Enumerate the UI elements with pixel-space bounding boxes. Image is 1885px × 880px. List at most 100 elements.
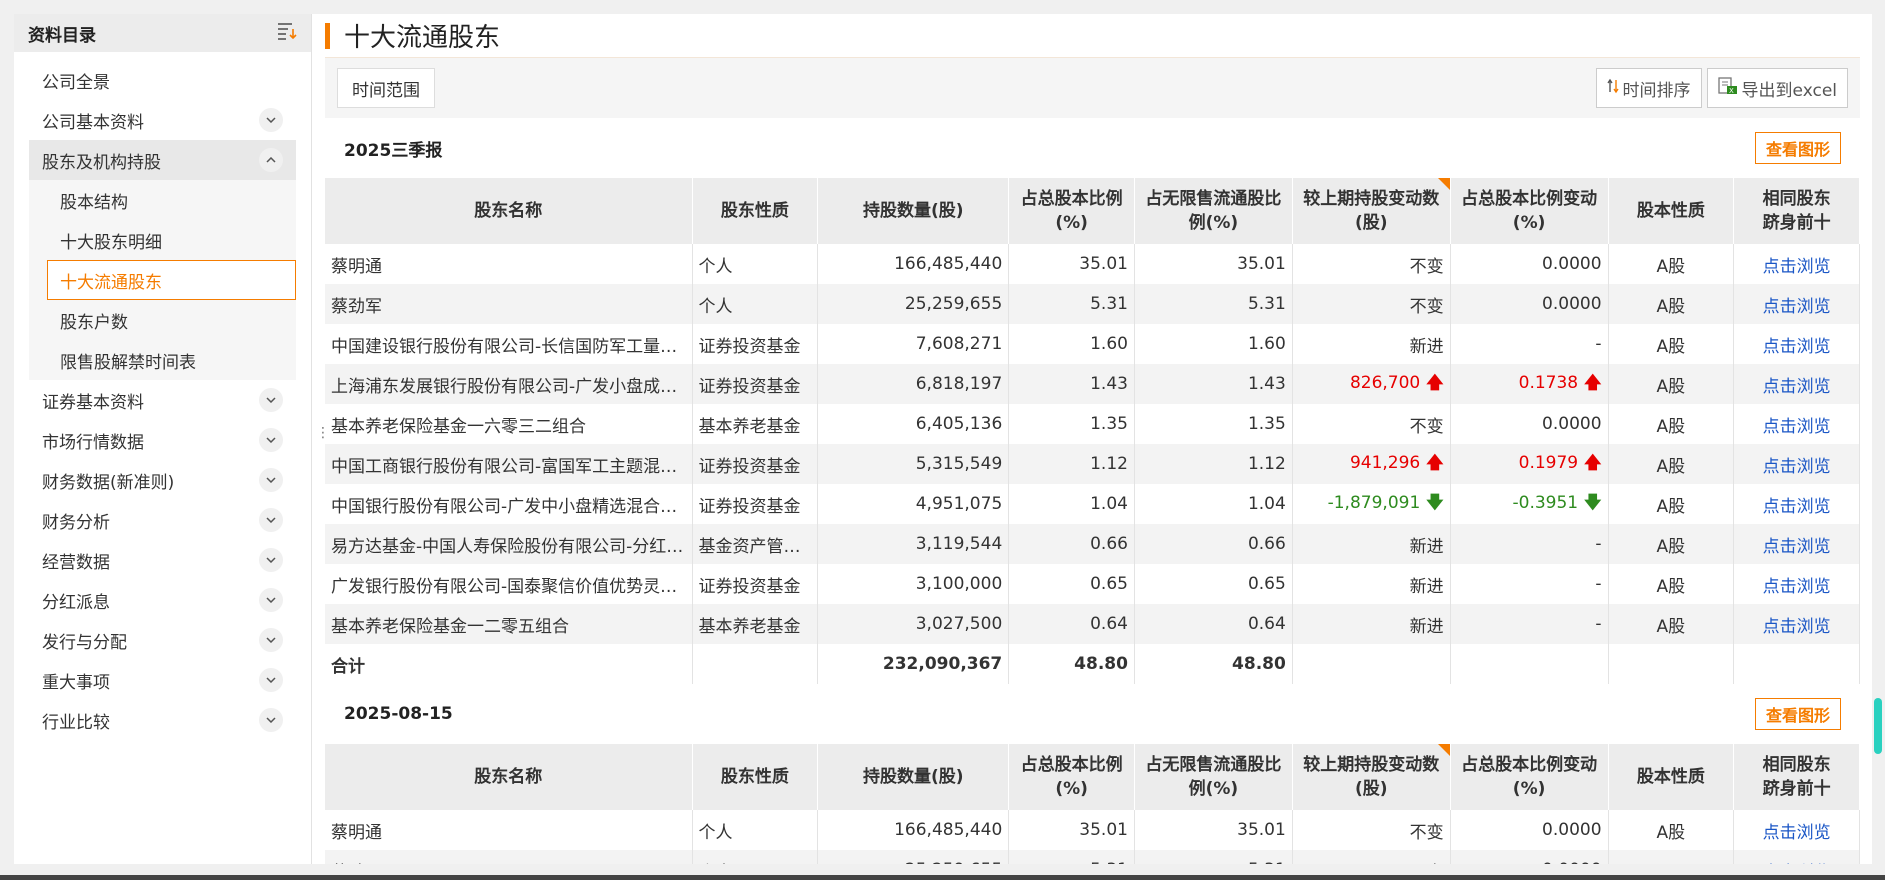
column-header-label: 股本性质 — [1636, 767, 1705, 787]
total-label: 合计 — [325, 644, 693, 684]
cell-change: 新进 — [1292, 564, 1451, 604]
view-link[interactable]: 点击浏览 — [1733, 524, 1860, 564]
sidebar-item[interactable]: 发行与分配 — [29, 620, 296, 660]
view-link[interactable]: 点击浏览 — [1733, 810, 1860, 850]
cell-type: 基本养老基金 — [692, 604, 819, 644]
cell-pct-change: - — [1450, 604, 1609, 644]
table-row: 蔡明通 个人 166,485,440 35.01 35.01 不变 0.0000 A股 点击浏览 — [325, 810, 1860, 850]
shareholder-table: 股东名称 股东性质 持股数量(股) 占总股本比例(%) 占无限售流通股比例(%) 较上期持… — [325, 178, 1860, 684]
cell-change: 826,700 🡅 — [1292, 364, 1451, 404]
cell-pct-float: 5.31 — [1134, 850, 1293, 864]
cell-empty — [1292, 644, 1451, 684]
cell-value: 0.0000 — [1542, 414, 1602, 434]
sidebar-item[interactable]: 公司基本资料 — [29, 100, 296, 140]
sidebar-item[interactable]: 经营数据 — [29, 540, 296, 580]
section-title: 2025三季报 — [344, 140, 443, 161]
view-chart-button[interactable]: 查看图形 — [1754, 132, 1841, 164]
sidebar-item-label: 发行与分配 — [42, 632, 127, 653]
total-shares: 232,090,367 — [817, 644, 1010, 684]
export-excel-button[interactable]: X 导出到excel — [1706, 68, 1848, 108]
time-range-button[interactable]: 时间范围 — [337, 68, 435, 108]
view-link[interactable]: 点击浏览 — [1733, 444, 1860, 484]
collapse-menu-icon[interactable] — [277, 22, 297, 44]
sidebar-subitem[interactable]: 股本结构 — [29, 180, 296, 220]
cell-shares: 166,485,440 — [817, 244, 1010, 284]
cell-pct-change: 0.1738 🡅 — [1450, 364, 1609, 404]
sidebar-subitem[interactable]: 限售股解禁时间表 — [29, 340, 296, 380]
cell-share-type: A股 — [1608, 404, 1735, 444]
sidebar: 资料目录 公司全景 公司基本资料 股东及机构持股 股本结构 十大股东明细 十大流通股东 股东… — [14, 14, 312, 864]
view-link[interactable]: 点击浏览 — [1733, 850, 1860, 864]
time-sort-button[interactable]: 时间排序 — [1595, 68, 1702, 108]
sort-arrows-icon — [1606, 78, 1619, 99]
sidebar-item-label: 重大事项 — [42, 672, 110, 693]
view-link[interactable]: 点击浏览 — [1733, 564, 1860, 604]
column-header: 股东性质 — [692, 744, 819, 810]
cell-pct-float: 35.01 — [1134, 244, 1293, 284]
cell-share-type: A股 — [1608, 564, 1735, 604]
cell-change: 不变 — [1292, 850, 1451, 864]
bottom-edge — [0, 875, 1885, 880]
sidebar-subitem[interactable]: 十大流通股东 — [47, 260, 296, 300]
cell-pct-float: 5.31 — [1134, 284, 1293, 324]
cell-shares: 5,315,549 — [817, 444, 1010, 484]
view-link[interactable]: 点击浏览 — [1733, 604, 1860, 644]
scrollbar-thumb[interactable] — [1874, 698, 1882, 754]
column-header-label: 较上期持股变动数(股) — [1303, 755, 1440, 799]
sidebar-item[interactable]: 行业比较 — [29, 700, 296, 740]
column-header: 股东性质 — [692, 178, 819, 244]
chevron-down-icon — [259, 388, 283, 412]
column-header-label: 占总股本比例(%) — [1020, 189, 1123, 233]
view-link[interactable]: 点击浏览 — [1733, 404, 1860, 444]
sidebar-item[interactable]: 分红派息 — [29, 580, 296, 620]
cell-type: 基本养老基金 — [692, 404, 819, 444]
cell-pct-change: - — [1450, 524, 1609, 564]
sidebar-item[interactable]: 财务数据(新准则) — [29, 460, 296, 500]
cell-value: 不变 — [1409, 296, 1444, 317]
column-header: 较上期持股变动数(股) — [1292, 178, 1451, 244]
sidebar-subitem[interactable]: 十大股东明细 — [29, 220, 296, 260]
cell-pct-float: 0.64 — [1134, 604, 1293, 644]
chevron-down-icon — [259, 428, 283, 452]
column-header-label: 相同股东跻身前十 — [1762, 189, 1831, 233]
view-link[interactable]: 点击浏览 — [1733, 284, 1860, 324]
cell-shares: 3,119,544 — [817, 524, 1010, 564]
sidebar-item[interactable]: 公司全景 — [29, 60, 296, 100]
column-header: 占总股本比例变动(%) — [1450, 178, 1609, 244]
sidebar-item[interactable]: 证券基本资料 — [29, 380, 296, 420]
section-header: 2025-08-15 查看图形 — [325, 684, 1860, 744]
sort-corner-marker — [1437, 178, 1450, 190]
cell-share-type: A股 — [1608, 850, 1735, 864]
view-chart-button[interactable]: 查看图形 — [1754, 698, 1841, 730]
column-header-label: 股东性质 — [720, 767, 789, 787]
cell-share-type: A股 — [1608, 284, 1735, 324]
table-row: 上海浦东发展银行股份有限公司-广发小盘成长混合型证券投资基金证券投资基金6,81… — [325, 364, 1860, 404]
cell-type: 证券投资基金 — [692, 564, 819, 604]
cell-pct-change: 0.0000 — [1450, 404, 1609, 444]
view-link[interactable]: 点击浏览 — [1733, 484, 1860, 524]
sidebar-item-label: 股东及机构持股 — [42, 152, 161, 173]
svg-text:X: X — [1729, 87, 1734, 95]
view-link[interactable]: 点击浏览 — [1733, 324, 1860, 364]
table-header-row: 股东名称 股东性质 持股数量(股) 占总股本比例(%) 占无限售流通股比例(%) 较上期持… — [325, 178, 1860, 244]
sidebar-item[interactable]: 重大事项 — [29, 660, 296, 700]
sidebar-item[interactable]: 财务分析 — [29, 500, 296, 540]
cell-pct-change: - — [1450, 324, 1609, 364]
cell-pct-change: -0.3951 🡇 — [1450, 484, 1609, 524]
view-link[interactable]: 点击浏览 — [1733, 244, 1860, 284]
cell-empty — [1450, 644, 1609, 684]
sidebar-subitem[interactable]: 股东户数 — [29, 300, 296, 340]
sidebar-item[interactable]: 市场行情数据 — [29, 420, 296, 460]
cell-shares: 4,951,075 — [817, 484, 1010, 524]
cell-value: 0.1738 — [1518, 372, 1579, 393]
time-sort-label: 时间排序 — [1622, 80, 1691, 101]
section-title: 2025-08-15 — [344, 704, 453, 724]
view-link[interactable]: 点击浏览 — [1733, 364, 1860, 404]
cell-value: - — [1595, 334, 1602, 354]
cell-value: 941,296 — [1349, 452, 1421, 473]
column-header: 相同股东跻身前十 — [1733, 178, 1860, 244]
column-header-label: 持股数量(股) — [862, 767, 964, 787]
sidebar-item[interactable]: 股东及机构持股 — [29, 140, 296, 180]
cell-type: 基金资产管理计划 — [692, 524, 819, 564]
column-header: 股本性质 — [1608, 744, 1735, 810]
